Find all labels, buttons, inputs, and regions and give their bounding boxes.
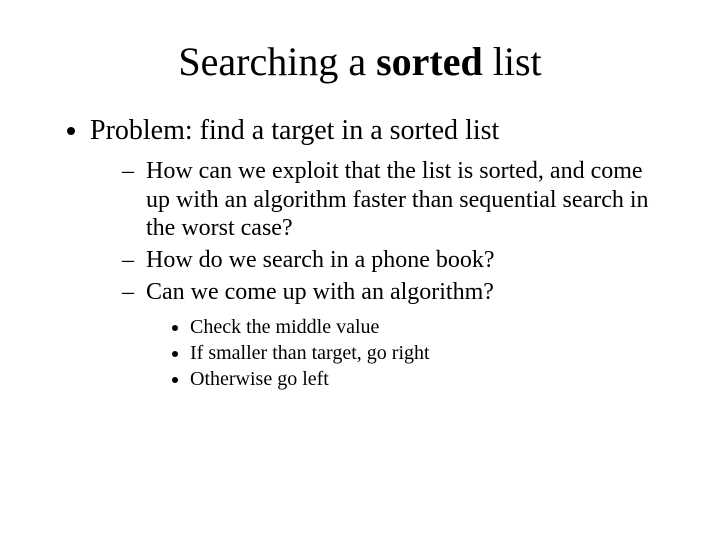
- bullet-text: Otherwise go left: [190, 368, 329, 390]
- bullet-text: Can we come up with an algorithm?: [146, 279, 494, 305]
- title-text-part1: Searching a: [178, 39, 376, 84]
- slide: Searching a sorted list Problem: find a …: [0, 0, 720, 540]
- slide-title: Searching a sorted list: [0, 0, 720, 115]
- bullet-text: If smaller than target, go right: [190, 342, 430, 364]
- list-item: How do we search in a phone book?: [122, 246, 670, 274]
- list-item: How can we exploit that the list is sort…: [122, 157, 670, 242]
- bullet-text: Problem: find a target in a sorted list: [90, 115, 499, 146]
- list-item: Can we come up with an algorithm? Check …: [122, 278, 670, 390]
- list-item: Otherwise go left: [190, 367, 670, 391]
- bullet-text: Check the middle value: [190, 316, 379, 338]
- bullet-text: How do we search in a phone book?: [146, 247, 495, 273]
- bullet-list-level2: How can we exploit that the list is sort…: [90, 157, 670, 391]
- title-text-bold: sorted: [376, 39, 483, 84]
- list-item: Check the middle value: [190, 315, 670, 339]
- bullet-text: How can we exploit that the list is sort…: [146, 158, 649, 241]
- list-item: If smaller than target, go right: [190, 341, 670, 365]
- bullet-list-level3: Check the middle value If smaller than t…: [146, 315, 670, 391]
- bullet-list-level1: Problem: find a target in a sorted list …: [0, 115, 720, 391]
- list-item: Problem: find a target in a sorted list …: [90, 115, 670, 391]
- title-text-part2: list: [483, 39, 542, 84]
